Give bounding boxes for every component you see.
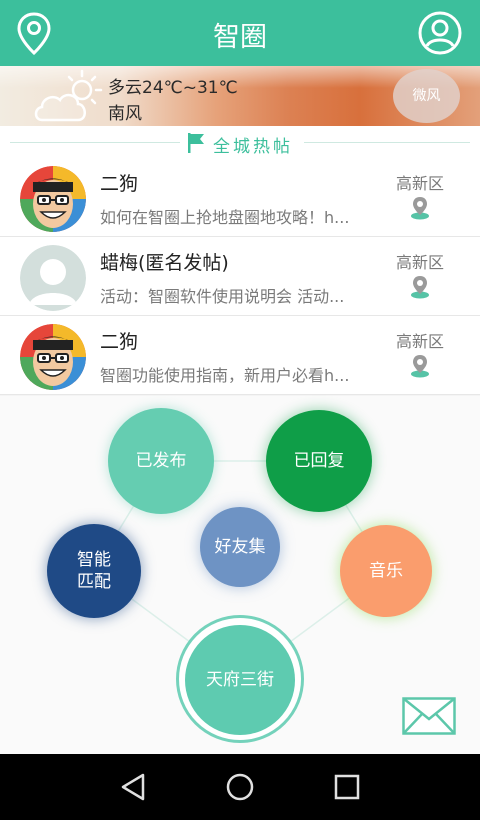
weather-condition-temperature: 多云24℃~31℃: [108, 78, 238, 98]
post-author: 二狗: [100, 173, 139, 195]
wind-button[interactable]: 微风: [393, 69, 460, 123]
smart-match-bubble[interactable]: 智能 匹配: [47, 524, 141, 618]
post-item[interactable]: 二狗 如何在智圈上抢地盘圈地攻略！h... 高新区: [0, 158, 480, 237]
flag-icon: [188, 133, 204, 153]
post-item[interactable]: 蜡梅(匿名发帖) 活动：智圈软件使用说明会 活动... 高新区: [0, 237, 480, 316]
location-pin-icon: [411, 197, 429, 220]
post-author: 蜡梅(匿名发帖): [100, 252, 229, 274]
post-preview: 如何在智圈上抢地盘圈地攻略！h...: [100, 208, 350, 227]
post-author: 二狗: [100, 331, 139, 353]
post-area: 高新区: [396, 332, 445, 351]
smart-match-label-line2: 匹配: [77, 572, 111, 592]
wind-direction: 南风: [108, 104, 142, 124]
location-pin-icon: [411, 355, 429, 378]
divider: [304, 142, 470, 143]
post-item[interactable]: 二狗 智圈功能使用指南，新用户必看h... 高新区: [0, 316, 480, 395]
back-icon[interactable]: [117, 771, 149, 803]
location-pin-icon: [411, 276, 429, 299]
avatar[interactable]: [20, 324, 86, 390]
avatar[interactable]: [20, 245, 86, 311]
cloudy-weather-icon: [34, 69, 103, 122]
section-title: 全城热帖: [213, 137, 293, 157]
music-bubble[interactable]: 音乐: [340, 525, 432, 617]
post-area: 高新区: [396, 174, 445, 193]
published-bubble[interactable]: 已发布: [108, 408, 214, 514]
friends-bubble[interactable]: 好友集: [200, 507, 280, 587]
post-preview: 活动：智圈软件使用说明会 活动...: [100, 287, 345, 306]
street-bubble[interactable]: 天府三街: [185, 625, 295, 735]
recent-apps-icon[interactable]: [331, 771, 363, 803]
app-header: 智圈: [0, 0, 480, 66]
avatar[interactable]: [20, 166, 86, 232]
home-icon[interactable]: [224, 771, 256, 803]
divider: [10, 142, 180, 143]
post-area: 高新区: [396, 253, 445, 272]
system-navigation-bar: [0, 754, 480, 820]
page-title: 智圈: [213, 22, 267, 53]
hot-posts-section-header: 全城热帖: [0, 126, 480, 158]
smart-match-label-line1: 智能: [77, 550, 111, 570]
user-profile-icon[interactable]: [416, 9, 464, 57]
post-preview: 智圈功能使用指南，新用户必看h...: [100, 366, 350, 385]
replied-bubble[interactable]: 已回复: [266, 410, 372, 512]
mail-envelope-icon[interactable]: [402, 697, 456, 735]
